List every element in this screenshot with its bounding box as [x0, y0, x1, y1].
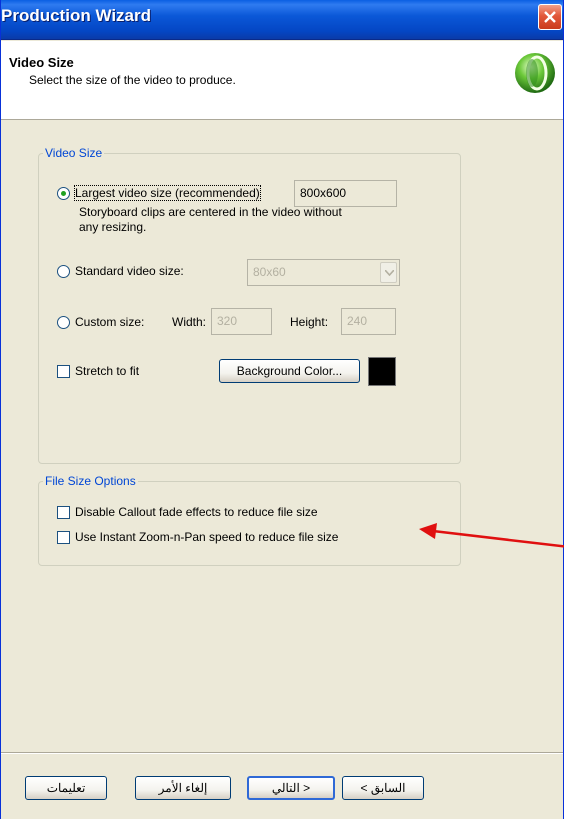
red-arrow-icon [419, 523, 564, 548]
footer-separator [1, 752, 563, 754]
production-wizard-window: Production Wizard Video Size Select the … [0, 0, 564, 819]
cancel-button[interactable]: إلغاء الأمر [135, 776, 231, 800]
back-button[interactable]: < السابق [342, 776, 424, 800]
next-button[interactable]: التالي > [247, 776, 335, 800]
help-button[interactable]: تعليمات [25, 776, 107, 800]
